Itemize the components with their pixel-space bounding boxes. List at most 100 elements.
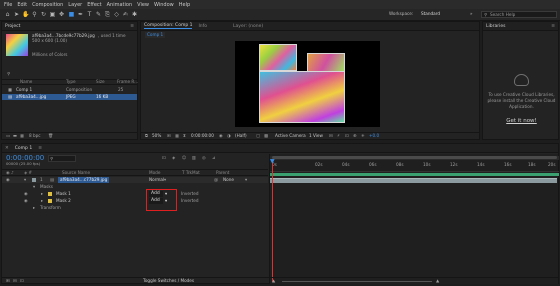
mask-color-swatch[interactable] xyxy=(48,192,52,196)
mask-handle-region[interactable] xyxy=(307,53,345,72)
bpc-label[interactable]: 8 bpc xyxy=(29,133,41,139)
mask-name[interactable]: Mask 1 xyxy=(56,191,71,197)
expand-mask-icon[interactable]: ▸ xyxy=(41,191,43,197)
work-area-handle[interactable] xyxy=(272,156,557,159)
label-color-swatch[interactable] xyxy=(32,178,36,182)
camera-tool-icon[interactable]: ▣ xyxy=(49,11,56,18)
tab-comp-1[interactable]: Comp 1 xyxy=(15,146,32,151)
col-parent[interactable]: Parent xyxy=(216,170,229,176)
puppet-tool-icon[interactable]: ✱ xyxy=(131,11,138,18)
pickwhip-icon[interactable]: @ xyxy=(214,177,218,183)
snapshot-icon[interactable]: ◉ xyxy=(219,133,223,139)
tab-layer[interactable]: Layer: (none) xyxy=(233,24,263,29)
transfer-controls-icon[interactable]: ⊟ xyxy=(13,278,17,284)
col-source-name[interactable]: Source Name xyxy=(62,170,90,176)
work-area-bar[interactable] xyxy=(270,156,559,160)
col-type[interactable]: Type xyxy=(66,79,76,85)
col-name[interactable]: Name xyxy=(20,79,32,85)
parent-chevron-icon[interactable]: ▾ xyxy=(245,177,247,183)
timecode-icon[interactable]: ⧗ xyxy=(183,133,186,139)
always-preview-icon[interactable]: ⧉ xyxy=(145,133,148,139)
type-tool-icon[interactable]: T xyxy=(86,11,93,18)
workspace-select[interactable]: Standard xyxy=(421,11,440,17)
layer-duration-bar[interactable] xyxy=(270,178,557,183)
timeline-icon[interactable]: ⊡ xyxy=(345,133,349,139)
expand-transform-icon[interactable]: ▸ xyxy=(33,205,35,211)
transparency-grid-icon[interactable]: ▩ xyxy=(264,133,268,139)
project-item-comp[interactable]: ▦ Comp 1 Composition 25 xyxy=(2,87,137,93)
menu-help[interactable]: Help xyxy=(179,2,190,8)
shy-layers-icon[interactable]: ☺ xyxy=(182,155,186,161)
timeline-search-field[interactable]: ⚲ xyxy=(48,155,76,162)
flowchart-icon[interactable]: ⊕ xyxy=(353,133,357,139)
pen-tool-icon[interactable]: ✒ xyxy=(77,11,84,18)
clone-stamp-tool-icon[interactable]: ⎘ xyxy=(104,11,111,18)
layer-mode[interactable]: Normal xyxy=(149,177,164,183)
comp-flowchart-icon[interactable]: ⊡ xyxy=(162,155,166,161)
workspace-menu-icon[interactable]: » xyxy=(470,11,473,17)
tab-info[interactable]: Info xyxy=(198,24,207,29)
menu-composition[interactable]: Composition xyxy=(32,2,63,8)
tab-libraries[interactable]: Libraries xyxy=(486,24,505,29)
masks-group-row[interactable]: ▾ Masks xyxy=(2,184,268,190)
in-out-icon[interactable]: ⊡ xyxy=(20,278,24,284)
rotate-tool-icon[interactable]: ↻ xyxy=(40,11,47,18)
col-trkmat[interactable]: T TrkMat xyxy=(182,170,200,176)
view-options-icon[interactable]: ⊟ xyxy=(329,133,333,139)
mask-visibility-icon[interactable]: ◉ xyxy=(24,191,28,197)
comp-breadcrumb[interactable]: Comp 1 xyxy=(145,32,166,38)
safe-zones-icon[interactable]: ⊞ xyxy=(167,133,171,139)
selection-tool-icon[interactable]: ➤ xyxy=(13,11,20,18)
layer-mode-chevron-icon[interactable]: ▾ xyxy=(164,177,166,183)
viewer-timecode[interactable]: 0:00:00:00 xyxy=(191,133,214,139)
layer-name[interactable]: af9ba3a4...c77b29.jpg xyxy=(58,177,110,183)
layer-switches-icon[interactable]: ⊞ xyxy=(6,278,10,284)
motion-blur-icon[interactable]: ◎ xyxy=(202,155,206,161)
mask-color-swatch[interactable] xyxy=(48,199,52,203)
menu-file[interactable]: File xyxy=(4,2,12,8)
menu-view[interactable]: View xyxy=(137,2,149,8)
mask-1-image[interactable] xyxy=(259,44,297,71)
frame-blending-icon[interactable]: ▥ xyxy=(192,155,196,161)
pan-behind-tool-icon[interactable]: ✥ xyxy=(58,11,65,18)
hand-tool-icon[interactable]: ✋ xyxy=(22,11,29,18)
zoom-dropdown[interactable]: 50% xyxy=(152,133,161,139)
mask-row[interactable]: ◉ ▸ Mask 1 Inverted xyxy=(2,191,268,197)
toggle-switches-modes[interactable]: Toggle Switches / Modes xyxy=(143,278,194,284)
project-item-image[interactable]: ▤ af9ba3a4...jpg JPEG 16 KB xyxy=(2,94,137,100)
rectangle-tool-icon[interactable]: ■ xyxy=(68,11,75,18)
mask-name[interactable]: Mask 2 xyxy=(56,198,71,204)
search-help-field[interactable]: ⚲ Search Help xyxy=(481,11,557,18)
roto-brush-tool-icon[interactable]: ✍ xyxy=(122,11,129,18)
resolution-dropdown[interactable]: (Half) xyxy=(235,133,247,139)
tab-project[interactable]: Project xyxy=(5,24,20,29)
zoom-out-icon[interactable]: ▲ xyxy=(272,278,275,284)
panel-menu-icon[interactable]: ≡ xyxy=(551,24,555,29)
visibility-eye-icon[interactable]: ◉ xyxy=(6,177,10,183)
close-tab-icon[interactable]: ✕ xyxy=(5,146,9,151)
time-ruler[interactable]: 0s 02s 04s 06s 08s 10s 12s 14s 16s 18s 2… xyxy=(270,162,559,172)
layer-parent[interactable]: None xyxy=(223,177,234,183)
get-it-now-link[interactable]: Get it now! xyxy=(486,118,557,124)
menu-animation[interactable]: Animation xyxy=(107,2,133,8)
mask-row[interactable]: ◉ ▸ Mask 2 Inverted xyxy=(2,198,268,204)
timeline-graph-area[interactable]: 0s 02s 04s 06s 08s 10s 12s 14s 16s 18s 2… xyxy=(269,154,559,284)
eraser-tool-icon[interactable]: ◇ xyxy=(113,11,120,18)
new-folder-icon[interactable]: ▬ xyxy=(13,133,17,139)
mask-visibility-icon[interactable]: ◉ xyxy=(24,198,28,204)
fast-previews-icon[interactable]: ⚡ xyxy=(337,133,340,139)
mask-2-image[interactable] xyxy=(259,71,345,123)
col-size[interactable]: Size xyxy=(96,79,105,85)
new-comp-icon[interactable]: ▦ xyxy=(20,133,24,139)
time-zoom-slider[interactable] xyxy=(282,280,432,282)
delete-icon[interactable]: 🗑 xyxy=(48,133,53,139)
current-time-indicator[interactable] xyxy=(272,161,273,282)
menu-effect[interactable]: Effect xyxy=(87,2,101,8)
grid-icon[interactable]: ▦ xyxy=(175,133,179,139)
expand-mask-icon[interactable]: ▸ xyxy=(41,198,43,204)
graph-editor-icon[interactable]: ⊿ xyxy=(212,155,216,161)
expand-layer-icon[interactable]: ▾ xyxy=(24,177,26,183)
draft-3d-icon[interactable]: ◈ xyxy=(172,155,175,161)
layer-row[interactable]: ◉ ▾ 1 ▤ af9ba3a4...c77b29.jpg Normal ▾ @… xyxy=(2,177,268,183)
transform-row[interactable]: ▸ Transform xyxy=(2,205,268,211)
